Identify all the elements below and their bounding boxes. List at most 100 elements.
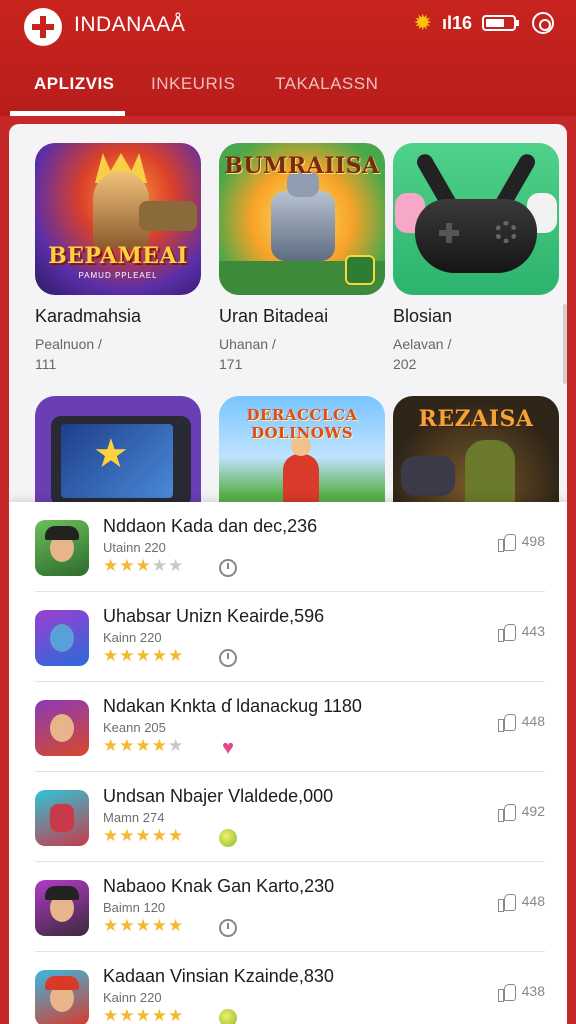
list-item[interactable]: Undsan Nbajer Vlaldede,000 Mamn 274 ★★★★…: [9, 772, 567, 862]
list-item[interactable]: Ndakan Knkta ɗ ldanackug 1180 Keann 205 …: [9, 682, 567, 772]
rating-stars: ★★★★★: [103, 826, 184, 846]
star-filled-icon: ★: [103, 1006, 120, 1024]
settings-icon[interactable]: [532, 12, 554, 34]
rating-stars: ★★★★★: [103, 736, 184, 756]
avatar-hat: [45, 976, 79, 990]
thumbs-up-icon: [497, 622, 516, 642]
controller-shape: [401, 456, 455, 496]
like-count: 492: [521, 803, 545, 819]
tab-takalassn[interactable]: TAKALASSN: [275, 74, 378, 94]
sun-gear-icon[interactable]: ✹: [414, 12, 432, 34]
list-item-subtitle: Kainn 220: [103, 990, 162, 1005]
featured-game-meta-line: Pealnuon /: [35, 336, 102, 352]
star-filled-icon: ★: [103, 826, 120, 845]
like-button[interactable]: 448: [497, 712, 545, 732]
like-button[interactable]: 448: [497, 892, 545, 912]
art-subtitle: PAMUD PPLEAEL: [78, 271, 158, 280]
featured-game-name[interactable]: Blosian: [393, 306, 452, 327]
featured-game-name[interactable]: Uran Bitadeai: [219, 306, 328, 327]
star-filled-icon: ★: [103, 916, 120, 935]
star-filled-icon: ★: [151, 826, 168, 845]
gamepad-icon: [415, 199, 537, 273]
game-icon: [35, 610, 89, 666]
featured-game-meta: Uhanan / 171: [219, 334, 276, 374]
thumbs-up-icon: [497, 532, 516, 552]
list-item-subtitle: Keann 205: [103, 720, 166, 735]
star-filled-icon: ★: [119, 646, 136, 665]
star-filled-icon: ★: [135, 916, 152, 935]
status-bar: ✹ ıl16: [414, 12, 554, 34]
featured-game-meta: Aelavan / 202: [393, 334, 451, 374]
star-filled-icon: ★: [135, 1006, 152, 1024]
clock-icon: [219, 559, 237, 577]
star-filled-icon: ★: [119, 826, 136, 845]
featured-game-meta-count: 111: [35, 356, 57, 372]
star-filled-icon: ★: [151, 1006, 168, 1024]
app-logo-icon[interactable]: [24, 8, 62, 46]
app-title: INDANAAÅ: [74, 13, 186, 36]
thumbs-up-icon: [497, 802, 516, 822]
list-item-subtitle: Baimn 120: [103, 900, 166, 915]
star-filled-icon: ★: [119, 736, 136, 755]
like-button[interactable]: 443: [497, 622, 545, 642]
like-button[interactable]: 498: [497, 532, 545, 552]
tab-inkeuris[interactable]: INKEURIS: [151, 74, 235, 94]
battery-icon: [482, 15, 519, 31]
like-button[interactable]: 438: [497, 982, 545, 1002]
signal-indicator: ıl16: [441, 12, 472, 33]
star-filled-icon: ★: [103, 556, 120, 575]
star-filled-icon: ★: [168, 916, 185, 935]
star-filled-icon: ★: [135, 736, 152, 755]
list-item[interactable]: Kadaan Vinsian Kzainde,830 Kainn 220 ★★★…: [9, 952, 567, 1024]
star-filled-icon: ★: [103, 646, 120, 665]
like-count: 448: [521, 713, 545, 729]
featured-game-meta-line: Aelavan /: [393, 336, 452, 352]
clock-icon: [219, 649, 237, 667]
list-item-title: Nddaon Kada dan dec,236: [103, 516, 318, 536]
art-title: REZAISA: [418, 406, 534, 432]
scrollbar[interactable]: [563, 304, 567, 384]
star-filled-icon: ★: [135, 826, 152, 845]
featured-game-name[interactable]: Karadmahsia: [35, 306, 141, 327]
like-count: 443: [521, 623, 545, 639]
like-button[interactable]: 492: [497, 802, 545, 822]
list-item[interactable]: Nddaon Kada dan dec,236 Utainn 220 ★★★★★…: [9, 502, 567, 592]
list-item[interactable]: Nabaoo Knak Gan Karto,230 Baimn 120 ★★★★…: [9, 862, 567, 952]
game-list: Nddaon Kada dan dec,236 Utainn 220 ★★★★★…: [9, 502, 567, 1024]
featured-game-meta-count: 202: [393, 356, 417, 372]
star-filled-icon: ★: [135, 646, 152, 665]
featured-game-meta: Pealnuon / 111: [35, 334, 102, 374]
rating-stars: ★★★★★: [103, 556, 184, 576]
mini-badge-icon: [345, 255, 375, 285]
star-filled-icon: ★: [119, 556, 136, 575]
tab-aplizvis[interactable]: APLIZVIS: [34, 74, 115, 94]
rating-stars: ★★★★★: [103, 646, 184, 666]
list-item-title: Nabaoo Knak Gan Karto,230: [103, 876, 335, 896]
like-count: 498: [521, 533, 545, 549]
face-buttons-shape: [495, 221, 517, 243]
app-bar: INDANAAÅ ✹ ıl16 APLIZVIS INKEURIS TAKALA…: [0, 0, 576, 116]
star-filled-icon: ★: [168, 1006, 185, 1024]
like-count: 448: [521, 893, 545, 909]
list-item[interactable]: Uhabsar Unizn Keairde,596 Kainn 220 ★★★★…: [9, 592, 567, 682]
star-filled-icon: ★: [168, 646, 185, 665]
list-item-title: Uhabsar Unizn Keairde,596: [103, 606, 325, 626]
heart-icon: ♥: [222, 737, 234, 759]
star-filled-icon: ★: [119, 916, 136, 935]
featured-game-meta-count: 171: [219, 356, 243, 372]
rating-stars: ★★★★★: [103, 916, 184, 936]
avatar-hat: [45, 886, 79, 900]
featured-game-tile[interactable]: BUMRAIISA: [219, 143, 385, 295]
list-item-title: Undsan Nbajer Vlaldede,000: [103, 786, 334, 806]
list-item-subtitle: Kainn 220: [103, 630, 162, 645]
featured-game-tile[interactable]: BEPAMEAI PAMUD PPLEAEL: [35, 143, 201, 295]
robot-figure: [271, 171, 335, 261]
featured-game-tile[interactable]: [393, 143, 559, 295]
list-item-subtitle: Mamn 274: [103, 810, 165, 825]
game-icon: [35, 700, 89, 756]
battery-fill: [486, 19, 504, 27]
tab-bar: APLIZVIS INKEURIS TAKALASSN: [0, 60, 576, 116]
star-empty-icon: ★: [168, 736, 185, 755]
art-title: DERACCLCA DOLINOWS: [246, 406, 358, 442]
star-filled-icon: ★: [168, 826, 185, 845]
